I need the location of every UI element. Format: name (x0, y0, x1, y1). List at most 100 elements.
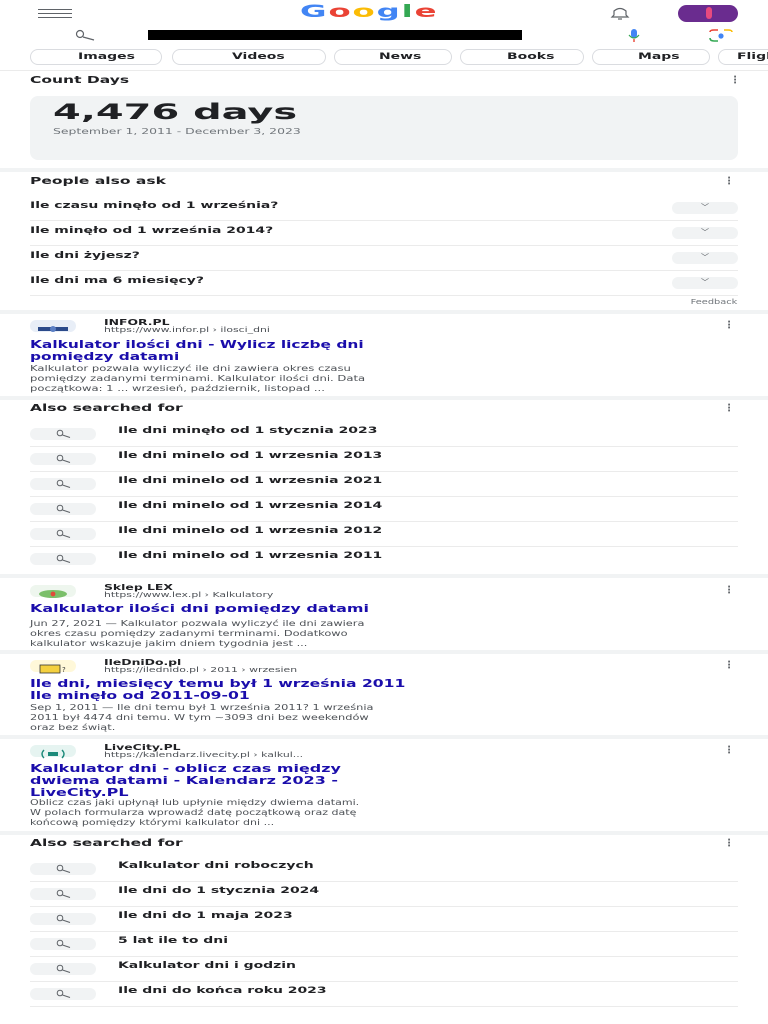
paa-question[interactable]: Ile dni ma 6 miesięcy? ﹀ (30, 271, 738, 296)
divider (0, 831, 768, 835)
related-search-item[interactable]: Ile dni do końca roku 2023 (30, 982, 738, 1007)
chevron-down-icon[interactable]: ﹀ (672, 277, 738, 289)
result-title[interactable]: Ile dni, miesięcy temu był 1 września 20… (30, 678, 405, 701)
count-days-result: 4,476 days (53, 100, 298, 124)
search-icon (30, 913, 96, 925)
more-options-icon[interactable]: ⋮ (730, 75, 740, 86)
divider (0, 168, 768, 172)
related-search-text: Kalkulator dni i godzin (118, 961, 296, 971)
divider (0, 396, 768, 400)
related-search-text: Ile dni minelo od 1 wrzesnia 2011 (118, 551, 383, 561)
tab-news[interactable]: News (334, 49, 452, 65)
divider (0, 70, 768, 71)
search-icon (30, 963, 96, 975)
more-options-icon[interactable]: ⋮ (724, 320, 734, 331)
result-snippet: Sep 1, 2011 — Ile dni temu był 1 wrześni… (30, 703, 374, 732)
site-favicon (30, 585, 76, 598)
paa-question-text: Ile czasu minęło od 1 września? (30, 201, 279, 211)
chevron-down-icon[interactable]: ﹀ (672, 227, 738, 239)
result-url[interactable]: https://www.infor.pl › ilosci_dni (104, 326, 270, 334)
more-options-icon[interactable]: ⋮ (724, 838, 734, 849)
paa-question[interactable]: Ile czasu minęło od 1 września? ﹀ (30, 196, 738, 221)
tab-books[interactable]: Books (460, 49, 584, 65)
related-search-item[interactable]: Ile dni do 1 stycznia 2024 (30, 882, 738, 907)
related-search-text: Ile dni minelo od 1 wrzesnia 2013 (118, 451, 383, 461)
search-bar[interactable] (30, 28, 742, 44)
count-days-range: September 1, 2011 - December 3, 2023 (53, 127, 301, 136)
result-snippet: Kalkulator pozwala wyliczyć ile dni zawi… (30, 364, 366, 393)
avatar[interactable] (678, 5, 738, 22)
related-search-item[interactable]: Ile dni minelo od 1 wrzesnia 2021 (30, 472, 738, 497)
related-search-text: Kalkulator dni roboczych (118, 861, 314, 871)
result-title[interactable]: Kalkulator dni - oblicz czas między dwie… (30, 763, 341, 798)
svg-text:?: ? (62, 666, 66, 674)
search-icon (30, 553, 96, 565)
related-search-item[interactable]: Ile dni minelo od 1 wrzesnia 2011 (30, 547, 738, 572)
result-title[interactable]: Kalkulator ilości dni pomiędzy datami (30, 603, 369, 614)
divider (0, 735, 768, 739)
result-snippet: Oblicz czas jaki upłynął lub upłynie mię… (30, 798, 360, 827)
search-icon (30, 428, 96, 440)
result-url[interactable]: https://iledni​do.pl › 2011 › wrzesien (104, 666, 297, 674)
related-search-text: 5 lat ile to dni (118, 936, 228, 946)
microphone-icon[interactable] (626, 29, 642, 42)
google-lens-icon[interactable] (706, 29, 736, 42)
related-search-text: Ile dni minelo od 1 wrzesnia 2021 (118, 476, 383, 486)
related-search-item[interactable]: Ile dni minęło od 1 stycznia 2023 (30, 422, 738, 447)
site-favicon: ? (30, 660, 76, 674)
more-options-icon[interactable]: ⋮ (724, 176, 734, 187)
related-search-item[interactable]: Ile dni minelo od 1 wrzesnia 2014 (30, 497, 738, 522)
related-search-item[interactable]: Kalkulator dni roboczych (30, 857, 738, 882)
paa-question[interactable]: Ile dni żyjesz? ﹀ (30, 246, 738, 271)
tab-videos[interactable]: Videos (172, 49, 326, 65)
search-icon (30, 938, 96, 950)
related-search-item[interactable]: Ile dni minelo od 1 wrzesnia 2012 (30, 522, 738, 547)
search-icon (30, 863, 96, 875)
site-favicon (30, 320, 76, 332)
search-icon (30, 988, 96, 1000)
related-search-item[interactable]: Kalkulator dni i godzin (30, 957, 738, 982)
count-days-title: Count Days (30, 75, 130, 86)
search-icon (30, 888, 96, 900)
also-searched-title: Also searched for (30, 838, 183, 849)
feedback-link[interactable]: Feedback (690, 298, 737, 306)
related-search-item[interactable]: 5 lat ile to dni (30, 932, 738, 957)
divider (0, 650, 768, 654)
search-icon (75, 29, 95, 41)
tab-images[interactable]: Images (30, 49, 162, 65)
google-logo[interactable]: Google (300, 2, 437, 22)
related-search-text: Ile dni minelo od 1 wrzesnia 2014 (118, 501, 383, 511)
related-search-text: Ile dni minęło od 1 stycznia 2023 (118, 426, 378, 436)
chevron-down-icon[interactable]: ﹀ (672, 202, 738, 214)
chevron-down-icon[interactable]: ﹀ (672, 252, 738, 264)
search-icon (30, 478, 96, 490)
search-icon (30, 503, 96, 515)
paa-question-text: Ile dni ma 6 miesięcy? (30, 276, 205, 286)
menu-icon[interactable] (38, 9, 72, 19)
search-icon (30, 453, 96, 465)
result-url[interactable]: https://kalendarz.livecity.pl › kalkul..… (104, 751, 303, 759)
related-search-text: Ile dni do 1 maja 2023 (118, 911, 293, 921)
more-options-icon[interactable]: ⋮ (724, 585, 734, 596)
more-options-icon[interactable]: ⋮ (724, 660, 734, 671)
related-search-item[interactable]: Ile dni minelo od 1 wrzesnia 2013 (30, 447, 738, 472)
top-bar: Google (0, 0, 768, 28)
tab-flights[interactable]: Flights (718, 49, 768, 65)
result-url[interactable]: https://www.lex.pl › Kalkulatory (104, 591, 273, 599)
related-search-text: Ile dni do końca roku 2023 (118, 986, 327, 996)
divider (0, 574, 768, 578)
site-favicon (30, 745, 76, 759)
tab-maps[interactable]: Maps (592, 49, 710, 65)
more-options-icon[interactable]: ⋮ (724, 403, 734, 414)
related-search-text: Ile dni do 1 stycznia 2024 (118, 886, 320, 896)
paa-question[interactable]: Ile minęło od 1 września 2014? ﹀ (30, 221, 738, 246)
result-title[interactable]: Kalkulator ilości dni - Wylicz liczbę dn… (30, 339, 364, 362)
more-options-icon[interactable]: ⋮ (724, 745, 734, 756)
people-also-ask-title: People also ask (30, 176, 166, 187)
related-search-item[interactable]: Ile dni do 1 maja 2023 (30, 907, 738, 932)
bell-icon[interactable] (606, 6, 634, 20)
search-input[interactable] (148, 30, 522, 40)
search-tabs: Images Videos News Books Maps Flights (30, 49, 768, 65)
also-searched-title: Also searched for (30, 403, 183, 414)
related-search-text: Ile dni minelo od 1 wrzesnia 2012 (118, 526, 383, 536)
